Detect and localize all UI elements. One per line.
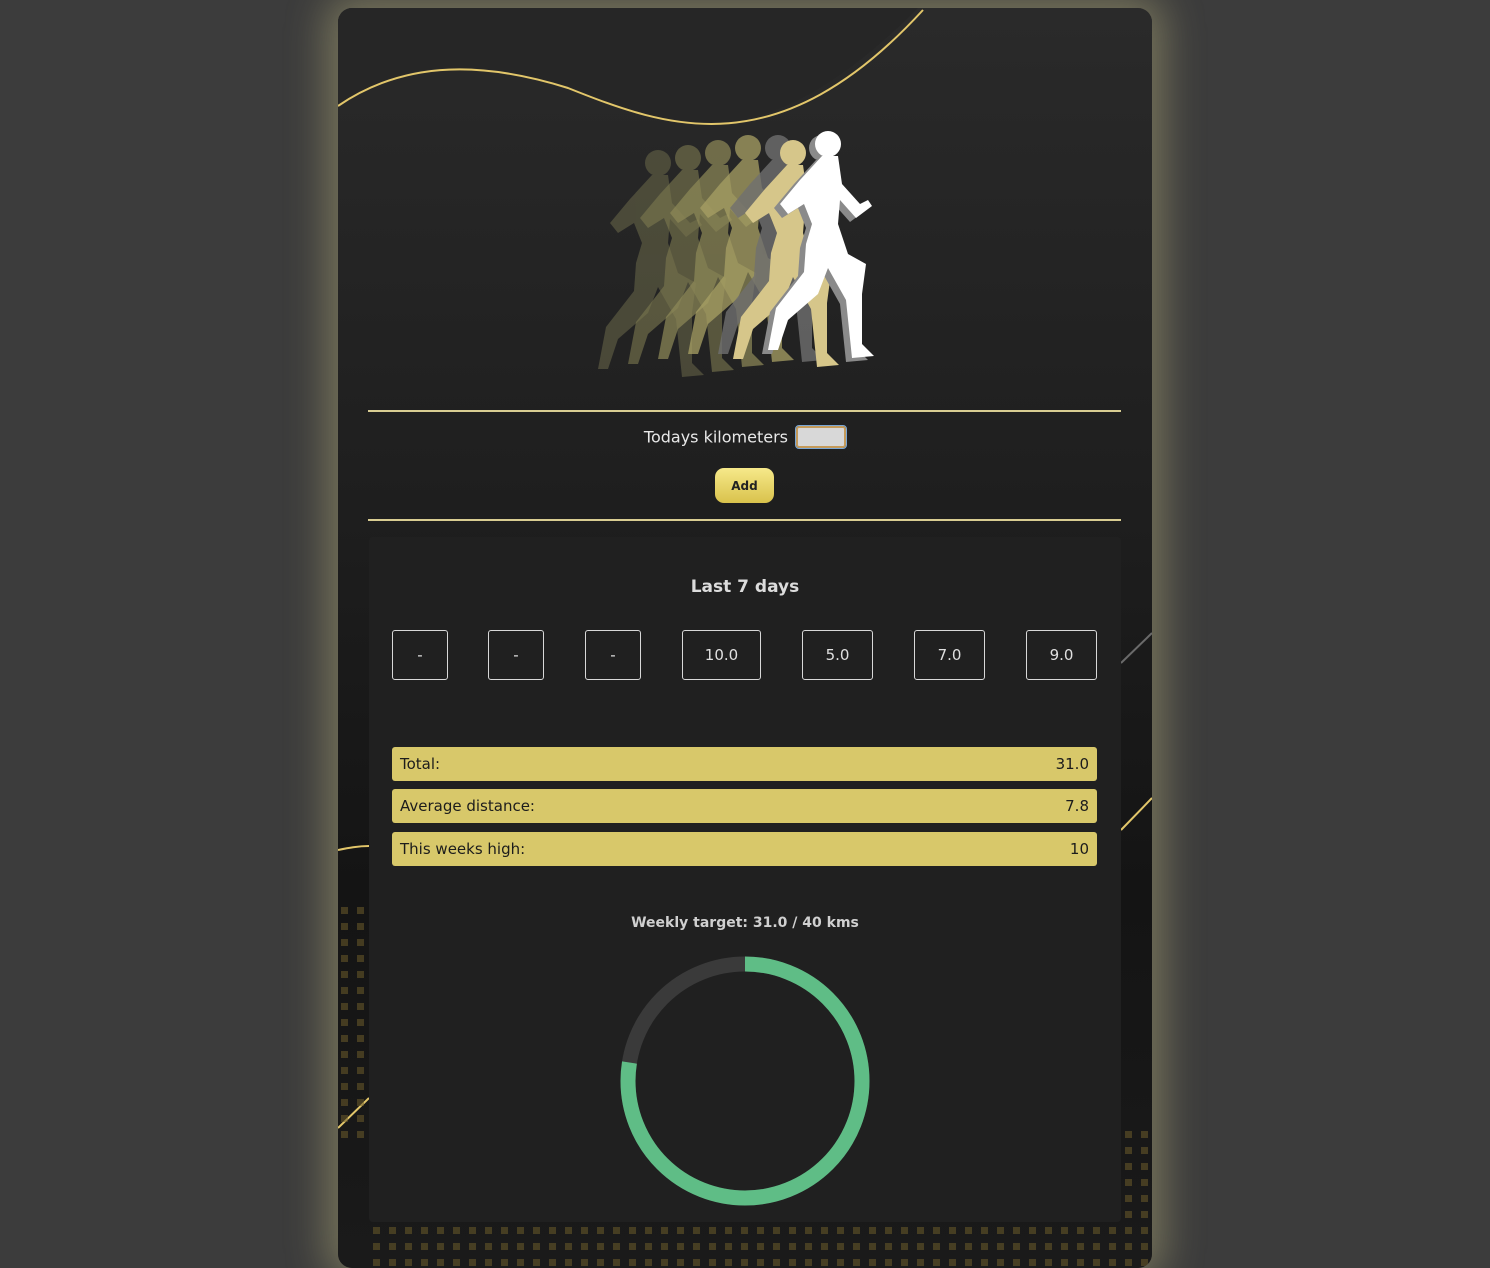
top-divider — [368, 410, 1121, 412]
add-button[interactable]: Add — [715, 468, 774, 503]
km-label: Todays kilometers — [643, 427, 788, 447]
km-input[interactable] — [795, 425, 848, 449]
bottom-divider — [368, 519, 1121, 521]
day-box: 9.0 — [1026, 630, 1097, 680]
average-value: 7.8 — [1065, 797, 1089, 815]
app-card: Todays kilometers Add Last 7 days - - - … — [338, 8, 1152, 1268]
runners-silhouette-icon — [598, 131, 874, 377]
stats-panel: Last 7 days - - - 10.0 5.0 7.0 9.0 Total… — [369, 537, 1121, 1222]
day-box: - — [585, 630, 641, 680]
total-value: 31.0 — [1055, 755, 1089, 773]
last-7-days-title: Last 7 days — [690, 577, 800, 597]
day-box: 10.0 — [682, 630, 761, 680]
day-box: - — [392, 630, 448, 680]
high-value: 10 — [1069, 840, 1089, 858]
day-box: 5.0 — [802, 630, 873, 680]
km-entry-row: Todays kilometers — [338, 425, 1152, 449]
weekly-target-label: Weekly target: 31.0 / 40 kms — [631, 915, 859, 931]
high-label: This weeks high: — [400, 840, 526, 858]
day-box: 7.0 — [914, 630, 985, 680]
average-bar: Average distance: 7.8 — [392, 789, 1097, 823]
day-box: - — [488, 630, 544, 680]
total-bar: Total: 31.0 — [392, 747, 1097, 781]
weekly-target-progress-ring — [620, 956, 870, 1206]
average-label: Average distance: — [400, 797, 535, 815]
total-label: Total: — [400, 755, 441, 773]
high-bar: This weeks high: 10 — [392, 832, 1097, 866]
